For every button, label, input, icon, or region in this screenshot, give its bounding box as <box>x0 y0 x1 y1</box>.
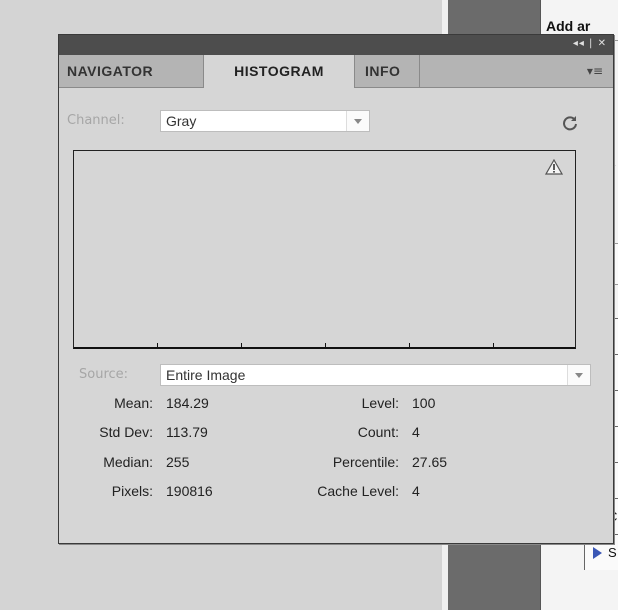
refresh-icon[interactable] <box>562 115 578 131</box>
mean-label: Mean: <box>114 395 153 411</box>
background-right-panel-title: Add ar <box>546 18 591 34</box>
level-label: Level: <box>361 395 399 411</box>
source-label: Source: <box>79 367 129 382</box>
tab-navigator[interactable]: NAVIGATOR <box>67 55 153 87</box>
std-dev-value: 113.79 <box>166 424 208 440</box>
channel-select[interactable]: Gray <box>160 110 370 132</box>
expand-triangle-icon <box>593 546 602 559</box>
source-select-value: Entire Image <box>166 367 246 383</box>
warning-icon[interactable] <box>545 159 563 175</box>
histogram-graph <box>73 150 576 349</box>
tab-histogram[interactable]: HISTOGRAM <box>203 55 355 88</box>
count-label: Count: <box>357 424 399 440</box>
histogram-tick <box>409 343 410 348</box>
std-dev-label: Std Dev: <box>99 424 153 440</box>
histogram-tick <box>157 343 158 348</box>
histogram-tick <box>241 343 242 348</box>
chevron-down-icon <box>346 111 369 131</box>
channel-label: Channel: <box>67 113 125 128</box>
cache-level-value: 4 <box>412 483 420 499</box>
panel-menu-icon[interactable]: ▾≡ <box>587 64 603 78</box>
median-label: Median: <box>103 454 153 470</box>
source-select[interactable]: Entire Image <box>160 364 591 386</box>
histogram-tick <box>493 343 494 348</box>
chevron-down-icon <box>567 365 590 385</box>
panel-titlebar[interactable]: ◂◂ | ✕ <box>59 35 613 55</box>
level-value: 100 <box>412 395 436 411</box>
histogram-tick <box>325 343 326 348</box>
percentile-label: Percentile: <box>332 454 399 470</box>
median-value: 255 <box>166 454 190 470</box>
pixels-label: Pixels: <box>111 483 153 499</box>
tab-info[interactable]: INFO <box>365 55 400 87</box>
tab-divider <box>419 55 420 87</box>
count-value: 4 <box>412 424 420 440</box>
percentile-value: 27.65 <box>412 454 448 470</box>
panel-tabs: NAVIGATOR HISTOGRAM INFO ▾≡ <box>59 55 613 88</box>
pixels-value: 190816 <box>166 483 213 499</box>
panel-window-controls[interactable]: ◂◂ | ✕ <box>573 38 607 49</box>
mean-value: 184.29 <box>166 395 209 411</box>
cache-level-label: Cache Level: <box>317 483 399 499</box>
channel-select-value: Gray <box>166 113 197 129</box>
histogram-panel: ◂◂ | ✕ NAVIGATOR HISTOGRAM INFO ▾≡ Chann… <box>58 34 614 544</box>
